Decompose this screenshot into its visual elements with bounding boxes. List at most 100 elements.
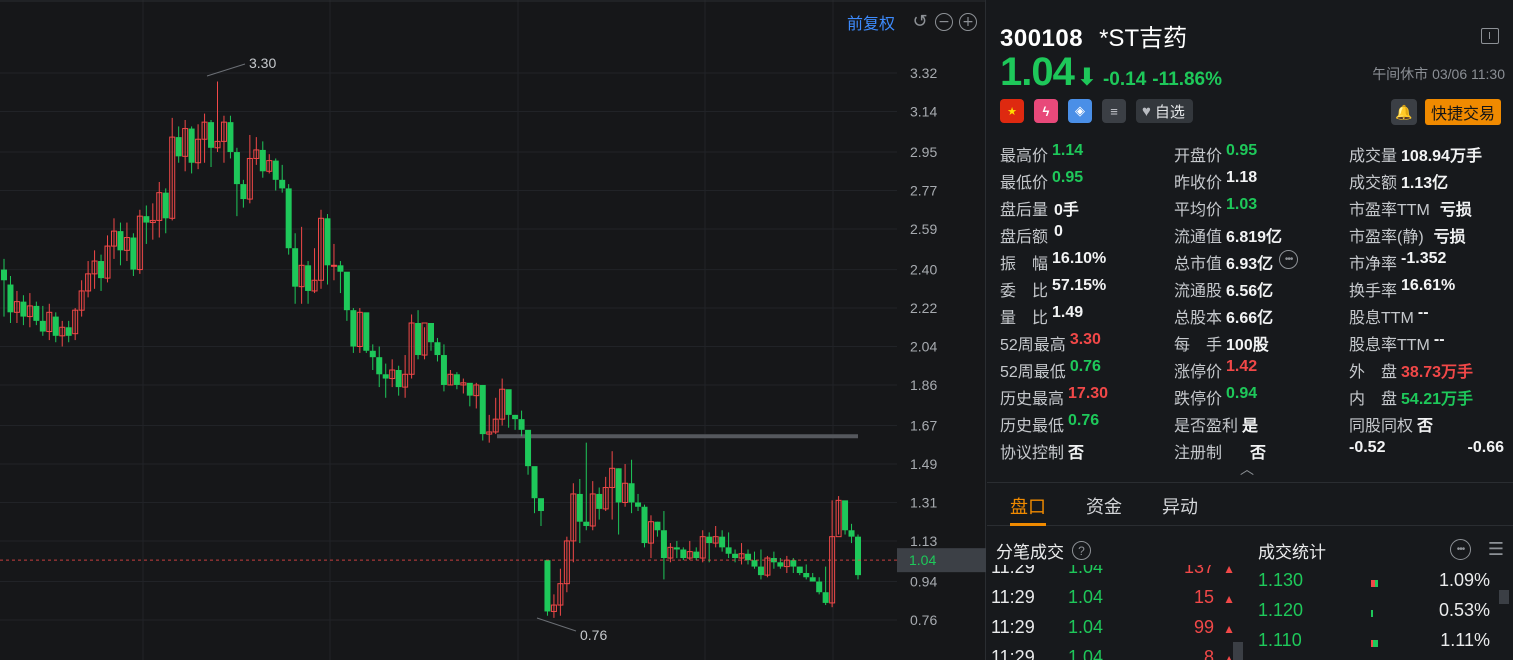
stat-label: 最高价 — [1000, 148, 1049, 165]
volume-stat-bar — [1371, 610, 1373, 617]
stat-value: 1.42 — [1226, 358, 1258, 375]
trade-price: 1.04 — [1068, 587, 1104, 607]
candle-body — [855, 536, 861, 576]
adjustment-mode-button[interactable]: 前复权 — [847, 10, 895, 34]
candle-body — [350, 310, 357, 347]
last-price: 1.04 — [1000, 50, 1075, 94]
stat-value: 0.76 — [1069, 358, 1101, 375]
layout-toggle-icon[interactable] — [1481, 28, 1499, 44]
price-row: 1.04 ⬇ -0.14 -11.86% — [1000, 50, 1222, 95]
stat-cell: 平均价 1.03 — [1174, 196, 1257, 220]
tick-scrollbar[interactable] — [1233, 642, 1243, 660]
stat-value: 6.819亿 — [1226, 229, 1283, 246]
candle-body — [512, 414, 519, 420]
more-icon[interactable]: ••• — [1279, 250, 1299, 269]
candle-body — [227, 122, 234, 153]
trade-row: 11:29 1.04 137 ▲ — [991, 565, 1236, 587]
collapse-chevron-icon[interactable]: ︿ — [1240, 459, 1254, 479]
quick-trade-button[interactable]: 快捷交易 — [1424, 99, 1501, 125]
tab-0[interactable]: 盘口 — [1010, 483, 1046, 526]
candle-body — [434, 342, 441, 356]
candle-body — [809, 577, 816, 582]
stat-cell: 是否盈利是 — [1174, 412, 1258, 436]
stat-cell: 历史最高 17.30 — [1000, 385, 1108, 409]
candle-body — [208, 122, 215, 148]
bolt-icon[interactable]: ϟ — [1034, 99, 1058, 123]
stat-label: 市盈率(静) — [1349, 229, 1424, 246]
candle-body — [732, 553, 739, 559]
tag-icon[interactable]: ◈ — [1068, 99, 1092, 123]
stat-cell: 振 幅 16.10% — [1000, 250, 1106, 274]
candle-body — [654, 521, 661, 531]
stats-row: 振 幅 16.10% 总市值 6.93亿 ••• 市净率 -1.352 — [1000, 250, 1505, 277]
reset-icon[interactable]: ↺ — [911, 13, 929, 31]
volume-stats-list[interactable]: 1.130 1.09% 1.120 0.53% 1.110 1.11% — [1258, 570, 1498, 660]
volume-stat-pct: 0.53% — [1438, 600, 1490, 620]
tick-trades-list[interactable]: 11:29 1.04 137 ▲ 11:29 1.04 15 ▲ 11:29 1.04 99 ▲ 11:… — [991, 565, 1236, 660]
stat-label: 换手率 — [1349, 283, 1398, 300]
heart-icon: ♥ — [1142, 102, 1151, 120]
stat-value: 1.18 — [1226, 169, 1258, 186]
candle-body — [324, 218, 331, 266]
stat-value: 否 — [1068, 445, 1085, 462]
y-tick-label: 1.49 — [910, 456, 937, 472]
more-icon[interactable]: ••• — [1450, 539, 1471, 560]
stat-value: 否 — [1417, 418, 1434, 435]
stock-header: 300108 *ST吉药 — [1000, 18, 1187, 53]
stats-row: 最低价 0.95 昨收价 1.18 成交额 1.13亿 — [1000, 169, 1505, 196]
candle-body — [680, 549, 687, 559]
candle-body — [285, 188, 292, 249]
trade-volume: 8 — [1203, 647, 1214, 660]
zoom-in-icon[interactable]: + — [959, 13, 977, 31]
candle-body — [363, 312, 370, 351]
stat-value: 16.61% — [1401, 277, 1456, 294]
tab-1[interactable]: 资金 — [1086, 483, 1122, 526]
y-tick-label: 1.86 — [910, 377, 937, 393]
candle-body — [382, 374, 389, 379]
candle-body — [505, 389, 512, 415]
candle-body — [544, 560, 551, 612]
stock-code: 300108 — [1000, 25, 1084, 52]
tab-2[interactable]: 异动 — [1162, 483, 1198, 526]
stat-label: 52周最低 — [1000, 364, 1066, 381]
market-status-time: 午间休市 03/06 11:30 — [1372, 66, 1505, 82]
stat-value: 17.30 — [1068, 385, 1109, 402]
help-icon[interactable]: ? — [1072, 541, 1091, 560]
zoom-out-icon[interactable]: − — [935, 13, 953, 31]
volume-stats-scrollbar[interactable] — [1499, 590, 1509, 604]
stat-cell: 52周最低 0.76 — [1000, 358, 1101, 382]
stat-cell: 股息TTM -- — [1349, 304, 1429, 328]
trade-direction-icon: ▲ — [1223, 622, 1235, 636]
kline-chart-panel[interactable]: 3.32 3.14 2.95 2.77 2.59 2.40 2.22 2.04 1.86 1.67… — [0, 0, 986, 660]
candle-body — [7, 284, 14, 313]
candle-body — [466, 382, 473, 396]
candle-body — [272, 160, 279, 180]
stat-label: 总市值 — [1174, 256, 1223, 273]
stat-cell: 市盈率(静) 亏损 — [1349, 223, 1466, 247]
stats-row: 52周最高 3.30 每 手 100股 股息率TTM -- — [1000, 331, 1505, 358]
stat-label: 历史最低 — [1000, 418, 1065, 435]
list-view-icon[interactable]: ☰ — [1488, 539, 1504, 560]
candle-body — [842, 500, 849, 531]
candle-body — [537, 498, 544, 512]
stat-label: 股息TTM — [1349, 310, 1414, 327]
candle-body — [576, 493, 583, 522]
stat-cell: 总股本 6.66亿 — [1174, 304, 1273, 328]
stat-cell: 盘后额 0 — [1000, 223, 1063, 247]
stat-cell: 内 盘 54.21万手 — [1349, 385, 1473, 409]
add-watchlist-button[interactable]: ♥ 自选 — [1136, 99, 1193, 123]
stat-cell: 每 手 100股 — [1174, 331, 1269, 355]
stat-cell: 总市值 6.93亿 ••• — [1174, 250, 1299, 274]
y-tick-label: 2.40 — [910, 262, 937, 278]
stat-cell: -0.52 — [1349, 439, 1385, 457]
volume-stat-price: 1.120 — [1258, 600, 1304, 620]
candle-body — [20, 301, 27, 317]
bell-icon[interactable]: 🔔 — [1391, 99, 1417, 125]
stat-cell: 流通值 6.819亿 — [1174, 223, 1282, 247]
stat-value: 亏损 — [1433, 229, 1466, 246]
china-flag-icon[interactable]: ★ — [1000, 99, 1024, 123]
kline-chart[interactable]: 3.32 3.14 2.95 2.77 2.59 2.40 2.22 2.04 1.86 1.67… — [0, 0, 986, 660]
quote-panel: 300108 *ST吉药 1.04 ⬇ -0.14 -11.86% 午间休市 0… — [987, 0, 1513, 660]
document-icon[interactable]: ≡ — [1102, 99, 1126, 123]
candle-body — [531, 466, 538, 499]
